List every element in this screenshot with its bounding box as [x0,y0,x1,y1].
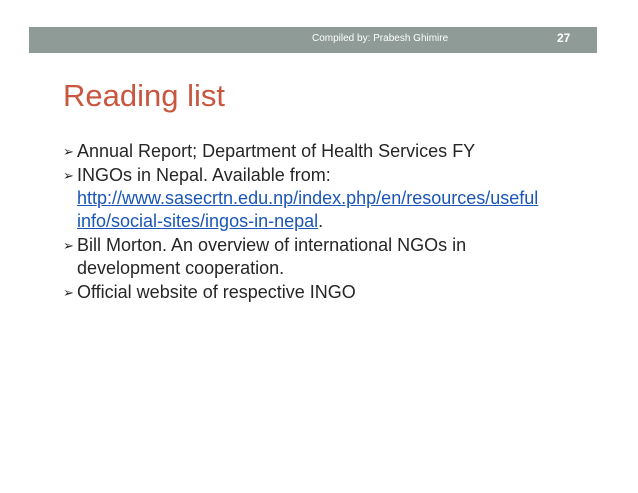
list-item: ➢ Bill Morton. An overview of internatio… [63,234,583,280]
slide-number: 27 [557,31,571,45]
list-item-text: Official website of respective INGO [77,282,356,302]
slide-title: Reading list [63,78,225,113]
list-item: ➢ Official website of respective INGO [63,281,583,304]
arrow-bullet-icon: ➢ [63,168,74,183]
ingos-link-line1: http://www.sasecrtn.edu.np/index.php/en/… [77,188,539,208]
list-item-text-line2: development cooperation. [77,258,285,278]
ingos-link-line2: info/social-sites/ingos-in-nepal [77,211,319,231]
reading-list: ➢ Annual Report; Department of Health Se… [63,140,583,305]
list-item-text: INGOs in Nepal. Available from: [77,165,331,185]
list-item: ➢ INGOs in Nepal. Available from: http:/… [63,164,583,233]
arrow-bullet-icon: ➢ [63,238,74,253]
arrow-bullet-icon: ➢ [63,144,74,159]
list-item: ➢ Annual Report; Department of Health Se… [63,140,583,163]
list-item-text: Annual Report; Department of Health Serv… [77,141,476,161]
arrow-bullet-icon: ➢ [63,285,74,300]
header-credit: Compiled by: Prabesh Ghimire [312,33,449,44]
list-item-trailing: . [318,211,324,231]
list-item-text: Bill Morton. An overview of internationa… [77,235,467,255]
ingos-link[interactable]: http://www.sasecrtn.edu.np/index.php/en/… [77,188,538,231]
